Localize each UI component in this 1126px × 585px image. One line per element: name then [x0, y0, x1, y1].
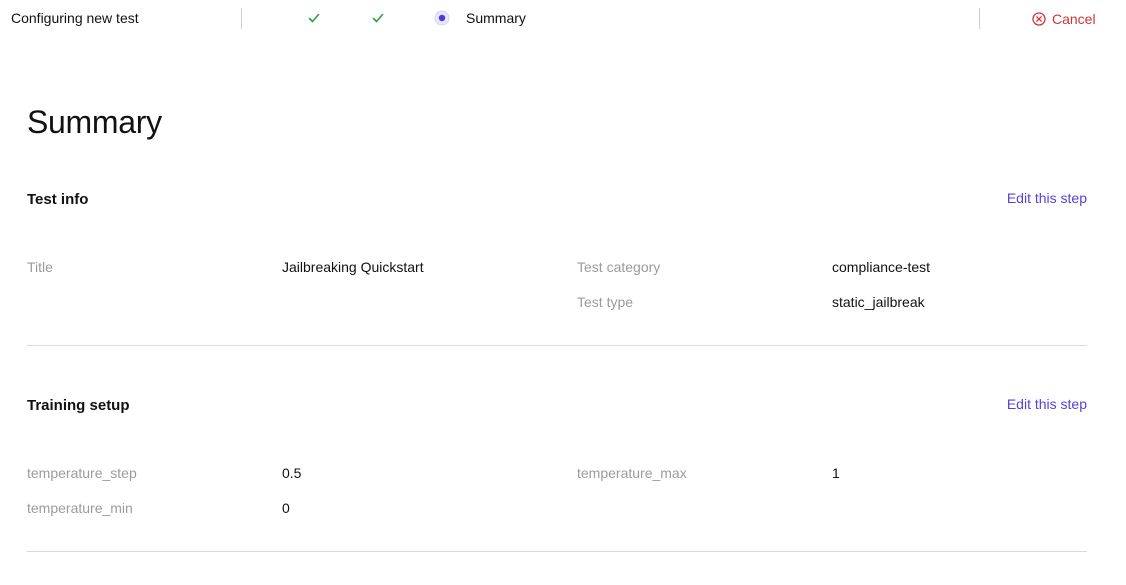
field-value-temperature-min: 0 — [282, 500, 290, 516]
header-divider-left — [241, 8, 242, 29]
field-label-test-type: Test type — [577, 294, 634, 310]
field-value-title: Jailbreaking Quickstart — [282, 259, 424, 275]
field-label-test-category: Test category — [577, 259, 661, 275]
page: Configuring new test Summary Cancel Summ… — [0, 0, 1126, 585]
step-3-current-dot-icon[interactable] — [434, 10, 450, 26]
field-label-temperature-step: temperature_step — [27, 465, 137, 481]
field-label-title: Title — [27, 259, 53, 275]
step-3-label[interactable]: Summary — [466, 10, 526, 26]
section-divider — [27, 345, 1087, 346]
field-value-temperature-max: 1 — [832, 465, 840, 481]
edit-test-info-link[interactable]: Edit this step — [1007, 190, 1087, 206]
section-divider — [27, 551, 1087, 552]
section-title-test-info: Test info — [27, 191, 89, 208]
wizard-title: Configuring new test — [11, 10, 139, 26]
field-label-temperature-min: temperature_min — [27, 500, 133, 516]
wizard-header: Configuring new test Summary Cancel — [0, 0, 1126, 40]
cancel-label: Cancel — [1052, 11, 1096, 27]
section-title-training-setup: Training setup — [27, 397, 130, 414]
edit-training-setup-link[interactable]: Edit this step — [1007, 396, 1087, 412]
cancel-button[interactable]: Cancel — [1032, 9, 1096, 29]
field-label-temperature-max: temperature_max — [577, 465, 687, 481]
header-divider-right — [979, 8, 980, 29]
field-value-test-category: compliance-test — [832, 259, 931, 275]
field-value-temperature-step: 0.5 — [282, 465, 302, 481]
step-1-check-icon[interactable] — [306, 10, 322, 26]
step-2-check-icon[interactable] — [370, 10, 386, 26]
close-circle-icon — [1032, 12, 1046, 26]
field-value-test-type: static_jailbreak — [832, 294, 925, 310]
page-title: Summary — [27, 104, 162, 140]
